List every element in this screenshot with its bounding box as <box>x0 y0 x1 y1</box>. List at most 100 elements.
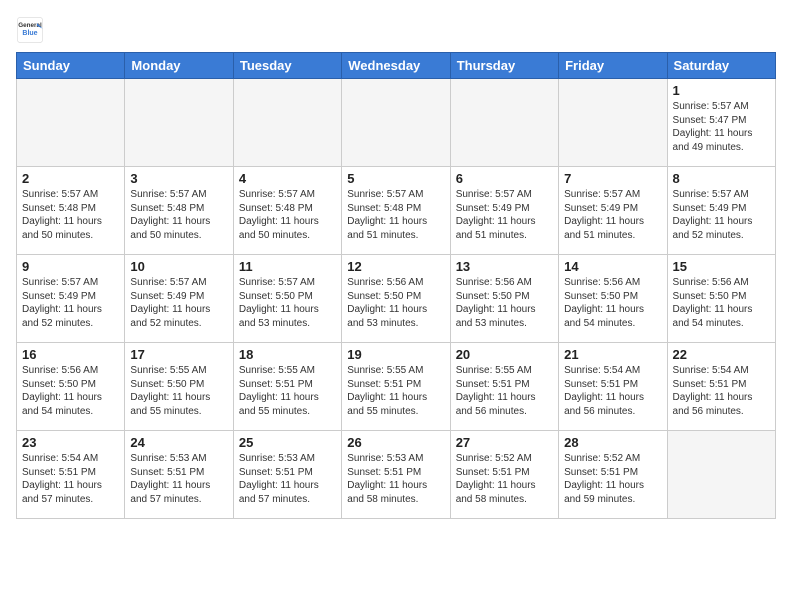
week-row-5: 23 Sunrise: 5:54 AM Sunset: 5:51 PM Dayli… <box>17 431 776 519</box>
day-number: 9 <box>22 259 119 274</box>
weekday-header-tuesday: Tuesday <box>233 53 341 79</box>
calendar-table: SundayMondayTuesdayWednesdayThursdayFrid… <box>16 52 776 519</box>
day-number: 25 <box>239 435 336 450</box>
day-number: 17 <box>130 347 227 362</box>
day-info: Sunrise: 5:57 AM Sunset: 5:50 PM Dayligh… <box>239 276 336 330</box>
day-info: Sunrise: 5:52 AM Sunset: 5:51 PM Dayligh… <box>456 452 553 506</box>
page-header: General Blue <box>16 16 776 44</box>
day-number: 13 <box>456 259 553 274</box>
day-cell: 24 Sunrise: 5:53 AM Sunset: 5:51 PM Dayli… <box>125 431 233 519</box>
day-cell: 8 Sunrise: 5:57 AM Sunset: 5:49 PM Daylig… <box>667 167 775 255</box>
day-number: 22 <box>673 347 770 362</box>
day-cell: 22 Sunrise: 5:54 AM Sunset: 5:51 PM Dayli… <box>667 343 775 431</box>
day-number: 4 <box>239 171 336 186</box>
day-number: 8 <box>673 171 770 186</box>
day-info: Sunrise: 5:53 AM Sunset: 5:51 PM Dayligh… <box>130 452 227 506</box>
day-cell: 1 Sunrise: 5:57 AM Sunset: 5:47 PM Daylig… <box>667 79 775 167</box>
day-info: Sunrise: 5:55 AM Sunset: 5:50 PM Dayligh… <box>130 364 227 418</box>
day-info: Sunrise: 5:55 AM Sunset: 5:51 PM Dayligh… <box>456 364 553 418</box>
day-info: Sunrise: 5:57 AM Sunset: 5:48 PM Dayligh… <box>239 188 336 242</box>
weekday-header-wednesday: Wednesday <box>342 53 450 79</box>
day-cell <box>667 431 775 519</box>
day-number: 5 <box>347 171 444 186</box>
day-number: 2 <box>22 171 119 186</box>
day-number: 27 <box>456 435 553 450</box>
weekday-header-sunday: Sunday <box>17 53 125 79</box>
day-number: 16 <box>22 347 119 362</box>
day-cell: 5 Sunrise: 5:57 AM Sunset: 5:48 PM Daylig… <box>342 167 450 255</box>
day-number: 6 <box>456 171 553 186</box>
day-info: Sunrise: 5:55 AM Sunset: 5:51 PM Dayligh… <box>239 364 336 418</box>
day-cell: 16 Sunrise: 5:56 AM Sunset: 5:50 PM Dayli… <box>17 343 125 431</box>
day-info: Sunrise: 5:52 AM Sunset: 5:51 PM Dayligh… <box>564 452 661 506</box>
day-cell: 20 Sunrise: 5:55 AM Sunset: 5:51 PM Dayli… <box>450 343 558 431</box>
day-info: Sunrise: 5:57 AM Sunset: 5:49 PM Dayligh… <box>564 188 661 242</box>
day-info: Sunrise: 5:57 AM Sunset: 5:49 PM Dayligh… <box>22 276 119 330</box>
day-number: 3 <box>130 171 227 186</box>
day-info: Sunrise: 5:54 AM Sunset: 5:51 PM Dayligh… <box>673 364 770 418</box>
day-cell: 2 Sunrise: 5:57 AM Sunset: 5:48 PM Daylig… <box>17 167 125 255</box>
day-info: Sunrise: 5:54 AM Sunset: 5:51 PM Dayligh… <box>564 364 661 418</box>
day-info: Sunrise: 5:55 AM Sunset: 5:51 PM Dayligh… <box>347 364 444 418</box>
day-number: 23 <box>22 435 119 450</box>
weekday-header-monday: Monday <box>125 53 233 79</box>
day-info: Sunrise: 5:56 AM Sunset: 5:50 PM Dayligh… <box>347 276 444 330</box>
day-number: 10 <box>130 259 227 274</box>
day-info: Sunrise: 5:53 AM Sunset: 5:51 PM Dayligh… <box>239 452 336 506</box>
day-number: 26 <box>347 435 444 450</box>
day-cell: 7 Sunrise: 5:57 AM Sunset: 5:49 PM Daylig… <box>559 167 667 255</box>
day-info: Sunrise: 5:56 AM Sunset: 5:50 PM Dayligh… <box>564 276 661 330</box>
week-row-1: 1 Sunrise: 5:57 AM Sunset: 5:47 PM Daylig… <box>17 79 776 167</box>
day-info: Sunrise: 5:57 AM Sunset: 5:47 PM Dayligh… <box>673 100 770 154</box>
day-cell: 10 Sunrise: 5:57 AM Sunset: 5:49 PM Dayli… <box>125 255 233 343</box>
day-number: 12 <box>347 259 444 274</box>
day-info: Sunrise: 5:56 AM Sunset: 5:50 PM Dayligh… <box>22 364 119 418</box>
day-number: 21 <box>564 347 661 362</box>
day-number: 19 <box>347 347 444 362</box>
day-cell: 9 Sunrise: 5:57 AM Sunset: 5:49 PM Daylig… <box>17 255 125 343</box>
day-cell: 18 Sunrise: 5:55 AM Sunset: 5:51 PM Dayli… <box>233 343 341 431</box>
weekday-header-friday: Friday <box>559 53 667 79</box>
week-row-3: 9 Sunrise: 5:57 AM Sunset: 5:49 PM Daylig… <box>17 255 776 343</box>
day-info: Sunrise: 5:53 AM Sunset: 5:51 PM Dayligh… <box>347 452 444 506</box>
day-number: 24 <box>130 435 227 450</box>
day-cell: 19 Sunrise: 5:55 AM Sunset: 5:51 PM Dayli… <box>342 343 450 431</box>
logo-icon: General Blue <box>16 16 44 44</box>
day-cell: 25 Sunrise: 5:53 AM Sunset: 5:51 PM Dayli… <box>233 431 341 519</box>
day-number: 7 <box>564 171 661 186</box>
day-info: Sunrise: 5:57 AM Sunset: 5:48 PM Dayligh… <box>347 188 444 242</box>
day-cell: 3 Sunrise: 5:57 AM Sunset: 5:48 PM Daylig… <box>125 167 233 255</box>
day-number: 15 <box>673 259 770 274</box>
day-info: Sunrise: 5:57 AM Sunset: 5:48 PM Dayligh… <box>130 188 227 242</box>
week-row-2: 2 Sunrise: 5:57 AM Sunset: 5:48 PM Daylig… <box>17 167 776 255</box>
day-info: Sunrise: 5:56 AM Sunset: 5:50 PM Dayligh… <box>673 276 770 330</box>
day-cell: 11 Sunrise: 5:57 AM Sunset: 5:50 PM Dayli… <box>233 255 341 343</box>
day-cell: 28Sunrise: 5:52 AM Sunset: 5:51 PM Dayli… <box>559 431 667 519</box>
day-info: Sunrise: 5:57 AM Sunset: 5:49 PM Dayligh… <box>673 188 770 242</box>
day-info: Sunrise: 5:54 AM Sunset: 5:51 PM Dayligh… <box>22 452 119 506</box>
weekday-header-saturday: Saturday <box>667 53 775 79</box>
day-number: 1 <box>673 83 770 98</box>
day-cell <box>233 79 341 167</box>
weekday-header-thursday: Thursday <box>450 53 558 79</box>
day-cell: 26 Sunrise: 5:53 AM Sunset: 5:51 PM Dayli… <box>342 431 450 519</box>
weekday-header-row: SundayMondayTuesdayWednesdayThursdayFrid… <box>17 53 776 79</box>
logo: General Blue <box>16 16 44 44</box>
day-number: 18 <box>239 347 336 362</box>
day-info: Sunrise: 5:57 AM Sunset: 5:48 PM Dayligh… <box>22 188 119 242</box>
day-cell: 13Sunrise: 5:56 AM Sunset: 5:50 PM Dayli… <box>450 255 558 343</box>
day-cell: 12 Sunrise: 5:56 AM Sunset: 5:50 PM Dayli… <box>342 255 450 343</box>
day-info: Sunrise: 5:57 AM Sunset: 5:49 PM Dayligh… <box>130 276 227 330</box>
day-number: 11 <box>239 259 336 274</box>
day-cell <box>342 79 450 167</box>
day-cell <box>450 79 558 167</box>
day-number: 20 <box>456 347 553 362</box>
day-cell: 6Sunrise: 5:57 AM Sunset: 5:49 PM Daylig… <box>450 167 558 255</box>
day-cell: 21 Sunrise: 5:54 AM Sunset: 5:51 PM Dayli… <box>559 343 667 431</box>
svg-text:Blue: Blue <box>22 30 37 37</box>
week-row-4: 16 Sunrise: 5:56 AM Sunset: 5:50 PM Dayli… <box>17 343 776 431</box>
day-cell <box>125 79 233 167</box>
day-cell <box>559 79 667 167</box>
day-number: 14 <box>564 259 661 274</box>
day-cell: 17 Sunrise: 5:55 AM Sunset: 5:50 PM Dayli… <box>125 343 233 431</box>
